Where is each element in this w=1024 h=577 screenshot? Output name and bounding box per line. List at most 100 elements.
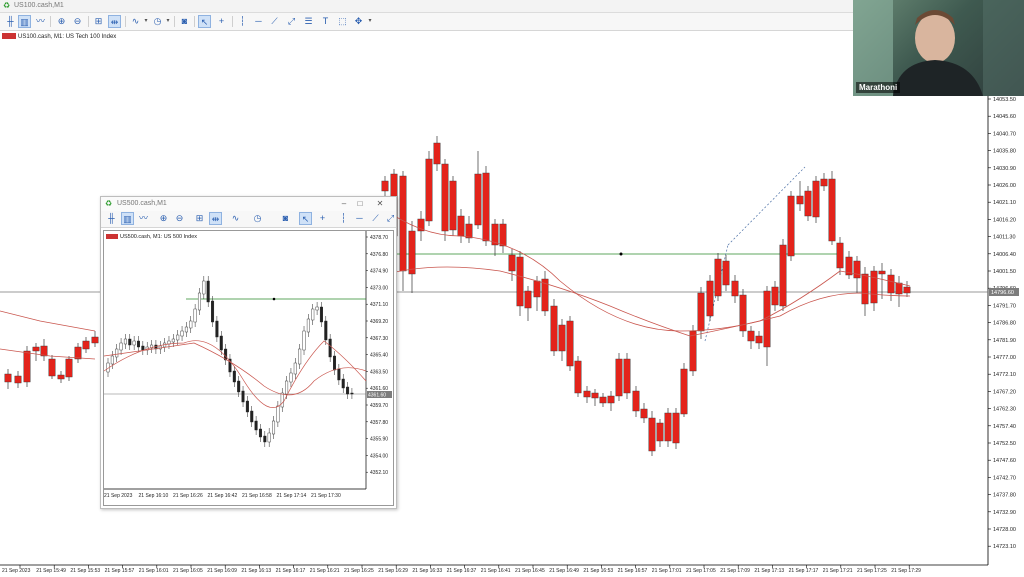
candles-icon[interactable]: ▥ bbox=[121, 212, 134, 225]
zoom-out-icon[interactable]: ⊖ bbox=[173, 212, 186, 225]
candle-body bbox=[457, 215, 465, 237]
zoom-in-icon[interactable]: ⊕ bbox=[157, 212, 170, 225]
level-anchor bbox=[619, 252, 623, 256]
tile-icon[interactable]: ⊞ bbox=[92, 15, 105, 28]
trendline-icon[interactable]: ⟋ bbox=[369, 212, 382, 225]
fibonacci-icon[interactable]: ☰ bbox=[302, 15, 315, 28]
price-label: 4357.80 bbox=[370, 420, 388, 426]
price-label: 14728.00 bbox=[993, 527, 1016, 533]
zoom-in-icon[interactable]: ⊕ bbox=[55, 15, 68, 28]
price-label: 14777.00 bbox=[993, 355, 1016, 361]
bar-chart-icon[interactable]: ╫ bbox=[105, 212, 118, 225]
current-price-tag: 4361.60 bbox=[368, 393, 386, 399]
separator bbox=[125, 16, 126, 27]
candle-body bbox=[346, 386, 350, 395]
price-label: 14016.20 bbox=[993, 217, 1016, 223]
time-label: 21 Sep 16:10 bbox=[139, 493, 169, 499]
time-label: 21 Sep 16:25 bbox=[344, 568, 374, 574]
subchart-plot-area[interactable]: US500.cash, M1: US 500 Index 4378.70 4376… bbox=[103, 230, 394, 506]
candle-body bbox=[23, 350, 31, 383]
chevron-down-icon[interactable]: ▾ bbox=[367, 15, 373, 28]
candle-body bbox=[132, 340, 136, 346]
horizontal-line-icon[interactable]: ─ bbox=[353, 212, 366, 225]
line-chart-icon[interactable]: 〰 bbox=[34, 15, 47, 28]
level-anchor bbox=[272, 297, 276, 301]
text-icon[interactable]: T bbox=[319, 15, 332, 28]
channel-icon[interactable]: ⤢ bbox=[285, 15, 298, 28]
subchart-window[interactable]: ♻ US500.cash,M1 – □ ✕ ╫ ▥ 〰 ⊕ ⊖ ⊞ ⇹ ∿ ◷ … bbox=[100, 196, 397, 509]
horizontal-line-icon[interactable]: ─ bbox=[252, 15, 265, 28]
candle-body bbox=[820, 178, 828, 187]
shapes-icon[interactable]: ⬚ bbox=[336, 15, 349, 28]
periods-icon[interactable]: ◷ bbox=[151, 15, 164, 28]
candle-body bbox=[115, 348, 119, 358]
candle-body bbox=[237, 380, 241, 393]
autoscroll-icon[interactable]: ⇹ bbox=[108, 15, 121, 28]
candle-body bbox=[672, 412, 680, 444]
separator bbox=[174, 16, 175, 27]
time-label: 21 Sep 16:21 bbox=[310, 568, 340, 574]
tile-icon[interactable]: ⊞ bbox=[193, 212, 206, 225]
time-label: 21 Sep 16:09 bbox=[207, 568, 237, 574]
candle-body bbox=[599, 396, 607, 404]
candles-icon[interactable]: ▥ bbox=[18, 15, 31, 28]
candle-body bbox=[771, 286, 779, 306]
cursor-icon[interactable]: ↖ bbox=[299, 212, 312, 225]
close-button[interactable]: ✕ bbox=[375, 199, 385, 208]
candle-body bbox=[465, 223, 473, 239]
price-label: 4354.00 bbox=[370, 453, 388, 459]
price-label: 4355.90 bbox=[370, 437, 388, 443]
candle-body bbox=[14, 375, 22, 384]
app-icon: ♻ bbox=[105, 199, 113, 208]
indicators-icon[interactable]: ∿ bbox=[129, 15, 142, 28]
chevron-down-icon[interactable]: ▾ bbox=[143, 15, 149, 28]
candle-body bbox=[441, 163, 449, 232]
candle-body bbox=[211, 300, 215, 323]
time-label: 21 Sep 17:17 bbox=[789, 568, 819, 574]
candle-body bbox=[449, 180, 457, 231]
candle-body bbox=[828, 178, 836, 242]
candle-body bbox=[74, 346, 82, 360]
bar-chart-icon[interactable]: ╫ bbox=[4, 15, 17, 28]
line-chart-icon[interactable]: 〰 bbox=[137, 212, 150, 225]
subchart-plot[interactable]: 4378.70 4376.80 4374.90 4373.00 4371.10 4369.… bbox=[104, 231, 393, 505]
candle-body bbox=[328, 338, 332, 358]
chevron-down-icon[interactable]: ▾ bbox=[165, 15, 171, 28]
time-label: 21 Sep 16:42 bbox=[208, 493, 238, 499]
candle-body bbox=[516, 256, 524, 307]
candle-body bbox=[263, 435, 267, 443]
trendline-icon[interactable]: ⟋ bbox=[268, 15, 281, 28]
vertical-line-icon[interactable]: ┆ bbox=[236, 15, 249, 28]
time-label: 21 Sep 17:14 bbox=[277, 493, 307, 499]
indicators-icon[interactable]: ∿ bbox=[229, 212, 242, 225]
candle-body bbox=[136, 340, 140, 348]
candle-body bbox=[787, 195, 795, 257]
minimize-button[interactable]: – bbox=[339, 199, 349, 208]
candle-body bbox=[202, 280, 206, 295]
candle-body bbox=[508, 254, 516, 272]
maximize-button[interactable]: □ bbox=[355, 199, 365, 208]
screenshot-icon[interactable]: ◙ bbox=[178, 15, 191, 28]
price-label: 14772.10 bbox=[993, 372, 1016, 378]
price-label: 4367.30 bbox=[370, 336, 388, 342]
channel-icon[interactable]: ⤢ bbox=[384, 212, 397, 225]
cursor-icon[interactable]: ↖ bbox=[198, 15, 211, 28]
price-label: 14762.30 bbox=[993, 407, 1016, 413]
candle-body bbox=[558, 324, 566, 352]
crosshair-icon[interactable]: + bbox=[215, 15, 228, 28]
candle-body bbox=[110, 355, 114, 365]
autoscroll-icon[interactable]: ⇹ bbox=[209, 212, 222, 225]
crosshair-icon[interactable]: + bbox=[316, 212, 329, 225]
price-label: 14752.50 bbox=[993, 441, 1016, 447]
objects-icon[interactable]: ✥ bbox=[352, 15, 365, 28]
price-label: 14053.50 bbox=[993, 97, 1016, 103]
screenshot-icon[interactable]: ◙ bbox=[279, 212, 292, 225]
vertical-line-icon[interactable]: ┆ bbox=[337, 212, 350, 225]
subchart-titlebar[interactable]: ♻ US500.cash,M1 – □ ✕ bbox=[101, 197, 396, 211]
candle-body bbox=[640, 408, 648, 419]
candle-body bbox=[171, 338, 175, 343]
periods-icon[interactable]: ◷ bbox=[251, 212, 264, 225]
subchart-title: US500.cash,M1 bbox=[117, 200, 167, 207]
zoom-out-icon[interactable]: ⊖ bbox=[71, 15, 84, 28]
candle-body bbox=[324, 320, 328, 341]
